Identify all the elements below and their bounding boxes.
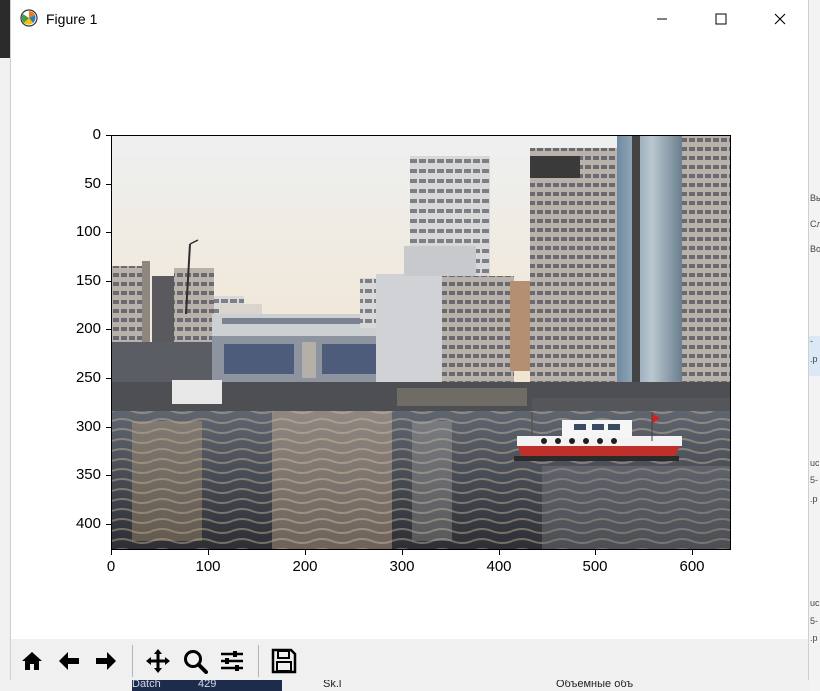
zoom-icon — [184, 650, 208, 674]
configure-subplots-button[interactable] — [216, 645, 248, 677]
bg-fragment: .p — [810, 633, 818, 643]
bg-fragment: uc — [810, 458, 820, 468]
maximize-button[interactable] — [692, 0, 750, 38]
y-tick-label: 100 — [75, 223, 101, 240]
bg-fragment: .p — [810, 354, 818, 364]
pan-icon — [146, 649, 170, 673]
y-tick-mark — [106, 281, 111, 282]
y-tick-mark — [106, 232, 111, 233]
forward-button[interactable] — [90, 645, 122, 677]
configure-subplots-icon — [221, 651, 243, 671]
x-tick-label: 500 — [582, 558, 608, 575]
close-button[interactable] — [751, 0, 809, 38]
x-tick-label: 100 — [195, 558, 221, 575]
window-title: Figure 1 — [46, 11, 98, 27]
y-tick-mark — [106, 329, 111, 330]
y-tick-label: 200 — [75, 320, 101, 337]
bg-fragment: Вы — [810, 193, 820, 203]
x-tick-mark — [208, 550, 209, 555]
image-axes[interactable] — [111, 135, 731, 550]
title-bar[interactable]: Figure 1 — [11, 0, 808, 38]
pan-button[interactable] — [142, 645, 174, 677]
toolbar-separator — [258, 645, 259, 677]
photo-canal-with-boat — [112, 136, 730, 549]
forward-icon — [96, 652, 116, 670]
y-tick-mark — [106, 475, 111, 476]
desktop-right-edge: Вы Сл Во - .p uc 5- .p uc 5- .p — [809, 0, 820, 691]
home-icon — [22, 652, 42, 670]
y-tick-mark — [106, 378, 111, 379]
y-tick-mark — [106, 524, 111, 525]
x-tick-mark — [499, 550, 500, 555]
navigation-toolbar — [11, 639, 808, 680]
toolbar-separator — [132, 645, 133, 677]
x-tick-label: 600 — [679, 558, 705, 575]
save-button[interactable] — [268, 645, 300, 677]
x-tick-mark — [402, 550, 403, 555]
bg-fragment: 5- — [810, 616, 819, 626]
matplotlib-icon — [20, 9, 38, 27]
minimize-button[interactable] — [633, 0, 691, 38]
y-tick-label: 0 — [92, 126, 101, 143]
home-button[interactable] — [16, 645, 48, 677]
maximize-icon — [715, 13, 727, 25]
y-tick-label: 250 — [75, 369, 101, 386]
close-icon — [774, 13, 786, 25]
save-icon — [271, 648, 297, 674]
x-tick-mark — [692, 550, 693, 555]
y-tick-label: 350 — [75, 466, 101, 483]
y-tick-mark — [106, 184, 111, 185]
bg-fragment: .p — [810, 494, 818, 504]
x-tick-mark — [595, 550, 596, 555]
bg-fragment: Во — [810, 244, 820, 254]
figure-canvas[interactable]: 0 50 100 150 200 250 300 350 400 0 100 200 300 400 500… — [11, 38, 808, 639]
taskbar-fragment: Datch 429 — [132, 678, 282, 691]
y-tick-mark — [106, 135, 111, 136]
x-tick-mark — [111, 550, 112, 555]
bg-fragment: - — [810, 336, 813, 346]
bg-fragment: uc — [810, 598, 820, 608]
bg-fragment: Сл — [810, 219, 820, 229]
desktop-bottom-edge: Datch 429 Sk.l Объемные объ — [11, 678, 809, 691]
zoom-button[interactable] — [179, 645, 211, 677]
bg-fragment: 5- — [810, 475, 819, 485]
minimize-icon — [657, 18, 667, 20]
y-tick-label: 150 — [75, 272, 101, 289]
y-tick-label: 400 — [75, 515, 101, 532]
x-tick-label: 0 — [106, 558, 116, 575]
y-tick-label: 300 — [75, 418, 101, 435]
x-tick-mark — [305, 550, 306, 555]
x-tick-label: 400 — [486, 558, 512, 575]
x-tick-label: 300 — [389, 558, 415, 575]
y-tick-mark — [106, 427, 111, 428]
x-tick-label: 200 — [292, 558, 318, 575]
figure-window: Figure 1 0 50 100 150 200 250 300 350 40… — [10, 0, 809, 680]
back-button[interactable] — [53, 645, 85, 677]
y-tick-label: 50 — [84, 175, 101, 192]
back-icon — [59, 652, 79, 670]
